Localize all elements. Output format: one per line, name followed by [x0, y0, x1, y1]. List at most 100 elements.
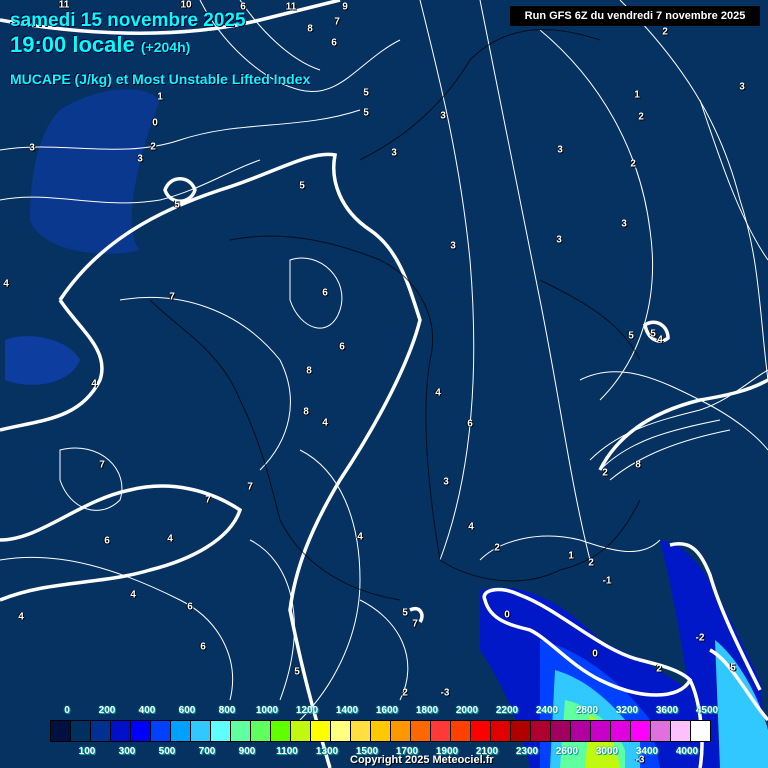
contour-label: 5	[402, 607, 408, 619]
weather-map	[0, 0, 768, 768]
contour-label: 2	[630, 158, 636, 170]
colorbar-swatch	[471, 721, 491, 741]
colorbar-bottom-label: 4000	[675, 746, 699, 757]
contour-label: 7	[169, 291, 175, 303]
colorbar-bottom-label: 3000	[595, 746, 619, 757]
colorbar-swatch	[511, 721, 531, 741]
contour-label: 6	[331, 37, 337, 49]
colorbar-swatch	[371, 721, 391, 741]
contour-label: 5	[650, 328, 656, 340]
contour-label: 6	[339, 341, 345, 353]
forecast-time: 19:00 locale (+204h)	[10, 32, 190, 58]
forecast-date: samedi 15 novembre 2025	[10, 10, 246, 31]
colorbar-swatch	[551, 721, 571, 741]
contour-label: 4	[357, 531, 363, 543]
colorbar-swatch	[651, 721, 671, 741]
contour-label: 2	[662, 26, 668, 38]
contour-label: 8	[303, 406, 309, 418]
colorbar-swatch	[451, 721, 471, 741]
contour-label: 5	[730, 662, 736, 674]
contour-label: 2	[638, 111, 644, 123]
contour-label: 3	[391, 147, 397, 159]
colorbar-swatch	[71, 721, 91, 741]
contour-label: 3	[739, 81, 745, 93]
contour-label: 6	[200, 641, 206, 653]
contour-label: 4	[3, 278, 9, 290]
colorbar-bottom-label: 3400	[635, 746, 659, 757]
contour-label: 2	[150, 141, 156, 153]
colorbar-top-label: 1400	[335, 705, 359, 716]
contour-label: 3	[29, 142, 35, 154]
contour-label: 6	[322, 287, 328, 299]
colorbar-swatch	[571, 721, 591, 741]
colorbar-top-label: 2400	[535, 705, 559, 716]
forecast-local-time: 19:00 locale	[10, 32, 135, 57]
colorbar-bottom-label: 300	[118, 746, 136, 757]
colorbar-swatch	[671, 721, 691, 741]
contour-label: 5	[294, 666, 300, 678]
contour-label: 3	[443, 476, 449, 488]
contour-label: 5	[363, 107, 369, 119]
contour-label: 2	[656, 663, 662, 675]
colorbar-top-label: 1200	[295, 705, 319, 716]
contour-label: 3	[137, 153, 143, 165]
colorbar-swatch	[171, 721, 191, 741]
contour-label: 5	[174, 199, 180, 211]
colorbar-top-label: 1600	[375, 705, 399, 716]
contour-label: 11	[58, 0, 70, 11]
colorbar-swatch	[691, 721, 710, 741]
contour-label: 0	[504, 609, 510, 621]
colorbar-swatch	[51, 721, 71, 741]
contour-label: 4	[435, 387, 441, 399]
colorbar	[50, 720, 711, 742]
cape-shading	[5, 89, 768, 768]
contour-label: 9	[342, 1, 348, 13]
contour-label: 4	[91, 378, 97, 390]
colorbar-bottom-label: 500	[158, 746, 176, 757]
colorbar-top-label: 200	[98, 705, 116, 716]
contour-label: 2	[588, 557, 594, 569]
colorbar-swatch	[91, 721, 111, 741]
colorbar-bottom-label: 2600	[555, 746, 579, 757]
colorbar-bottom-label: 1300	[315, 746, 339, 757]
copyright: Copyright 2025 Meteociel.fr	[350, 754, 494, 766]
contour-label: 4	[130, 589, 136, 601]
contour-label: 7	[205, 494, 211, 506]
contour-label: 3	[621, 218, 627, 230]
contour-label: -1	[602, 575, 612, 587]
contour-label: 4	[18, 611, 24, 623]
colorbar-swatch	[611, 721, 631, 741]
contour-label: 2	[602, 467, 608, 479]
contour-label: 7	[247, 481, 253, 493]
colorbar-top-label: 0	[64, 705, 70, 716]
contour-label: 8	[307, 23, 313, 35]
colorbar-top-label: 1800	[415, 705, 439, 716]
colorbar-bottom-label: 900	[238, 746, 256, 757]
contour-label: 11	[285, 1, 297, 13]
colorbar-swatch	[411, 721, 431, 741]
colorbar-swatch	[531, 721, 551, 741]
contour-label: 5	[299, 180, 305, 192]
contour-label: 3	[450, 240, 456, 252]
contour-label: 4	[322, 417, 328, 429]
colorbar-bottom-label: 1100	[276, 746, 298, 757]
colorbar-top-label: 2200	[495, 705, 519, 716]
colorbar-swatch	[111, 721, 131, 741]
contour-label: 3	[556, 234, 562, 246]
colorbar-bottom-label: 2300	[515, 746, 539, 757]
colorbar-swatch	[291, 721, 311, 741]
colorbar-top-label: 3600	[655, 705, 679, 716]
colorbar-swatch	[391, 721, 411, 741]
colorbar-top-label: 600	[178, 705, 196, 716]
contour-label: 0	[592, 648, 598, 660]
colorbar-swatch	[331, 721, 351, 741]
colorbar-swatch	[311, 721, 331, 741]
colorbar-swatch	[631, 721, 651, 741]
colorbar-swatch	[591, 721, 611, 741]
contour-label: 1	[568, 550, 574, 562]
colorbar-bottom-label: 700	[198, 746, 216, 757]
colorbar-swatch	[191, 721, 211, 741]
colorbar-swatch	[431, 721, 451, 741]
contour-label: 7	[334, 16, 340, 28]
colorbar-top-label: 800	[218, 705, 236, 716]
